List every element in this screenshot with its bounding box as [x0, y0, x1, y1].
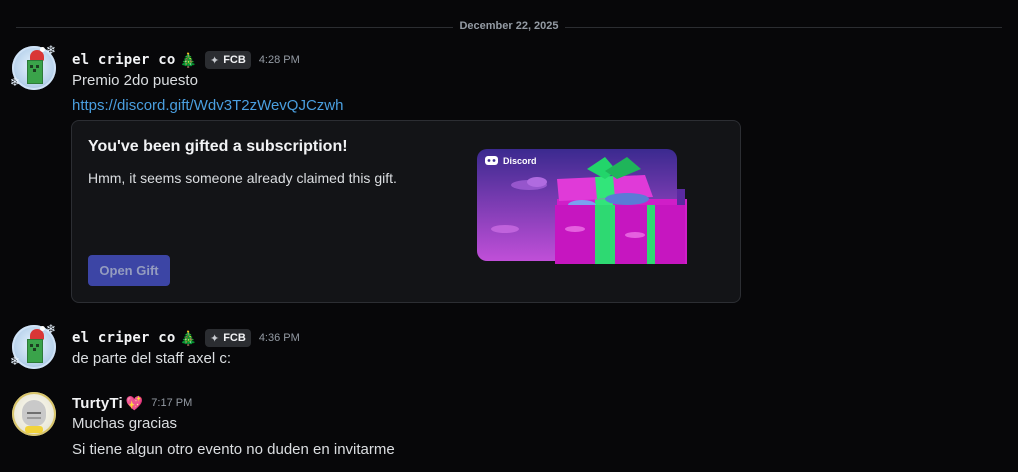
open-gift-button[interactable]: Open Gift [88, 255, 170, 286]
avatar-el-criper[interactable]: ❄ ❄ [10, 322, 57, 369]
message-text: Muchas gracias [72, 415, 178, 432]
message-header: TurtyTi 💖 7:17 PM [72, 393, 192, 413]
gift-embed: You've been gifted a subscription! Hmm, … [71, 120, 741, 303]
date-divider-label: December 22, 2025 [453, 20, 565, 32]
snowflake-icon: ❄ [46, 322, 57, 336]
gift-title: You've been gifted a subscription! [88, 138, 348, 155]
avatar-turtyti[interactable] [12, 392, 56, 436]
message-header: el criper co 🎄 ✦ FCB 4:36 PM [72, 328, 300, 348]
guild-tag-diamond-icon: ✦ [209, 332, 220, 345]
guild-tag[interactable]: ✦ FCB [204, 329, 251, 347]
guild-tag-label: FCB [223, 332, 246, 344]
message-text: Si tiene algun otro evento no duden en i… [72, 441, 395, 458]
timestamp[interactable]: 4:36 PM [259, 332, 300, 344]
message-header: el criper co 🎄 ✦ FCB 4:28 PM [72, 50, 300, 70]
guild-tag-diamond-icon: ✦ [209, 54, 220, 67]
timestamp[interactable]: 4:28 PM [259, 54, 300, 66]
avatar-face-icon [22, 400, 46, 426]
christmas-tree-icon: 🎄 [179, 51, 197, 68]
bow-icon [25, 426, 43, 433]
creeper-icon [27, 339, 43, 363]
message-text: Premio 2do puesto [72, 72, 198, 89]
message-text: de parte del staff axel c: [72, 350, 231, 367]
christmas-tree-icon: 🎄 [179, 329, 197, 346]
gift-link[interactable]: https://discord.gift/Wdv3T2zWevQJCzwh [72, 96, 343, 116]
username[interactable]: el criper co [72, 330, 176, 346]
avatar-el-criper[interactable]: ❄ ❄ [10, 43, 57, 90]
timestamp[interactable]: 7:17 PM [151, 397, 192, 409]
discord-logo-icon [485, 156, 498, 165]
gift-subtitle: Hmm, it seems someone already claimed th… [88, 170, 397, 186]
chat-view: December 22, 2025 ❄ ❄ el criper co 🎄 ✦ F… [0, 0, 1018, 472]
username[interactable]: el criper co [72, 52, 176, 68]
guild-tag-label: FCB [223, 54, 246, 66]
guild-tag[interactable]: ✦ FCB [204, 51, 251, 69]
creeper-icon [27, 60, 43, 84]
gift-box-illustration: Discord [477, 149, 687, 264]
snowflake-icon: ❄ [46, 43, 57, 57]
username[interactable]: TurtyTi [72, 395, 123, 412]
date-divider: December 22, 2025 [0, 20, 1018, 32]
sparkle-heart-icon: 💖 [125, 394, 144, 411]
snowflake-icon: ❄ [10, 354, 21, 368]
gift-art-brand: Discord [503, 156, 537, 166]
snowflake-icon: ❄ [10, 75, 21, 89]
